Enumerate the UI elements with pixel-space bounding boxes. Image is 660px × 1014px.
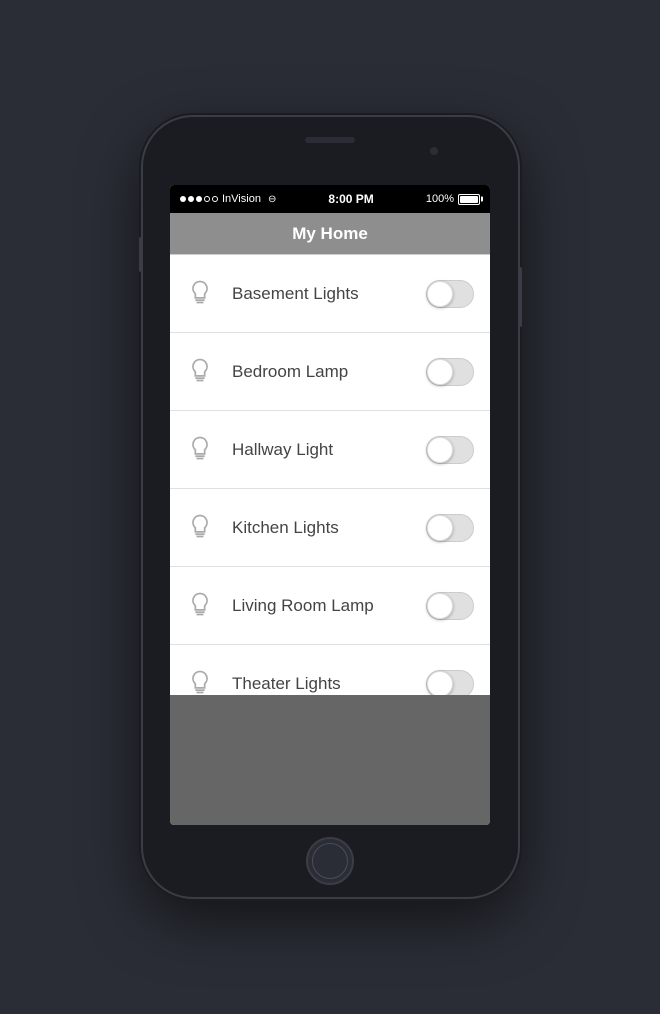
- battery-icon: [458, 194, 480, 205]
- bulb-icon: [186, 590, 218, 622]
- toggle-thumb: [427, 359, 453, 385]
- status-left: InVision ⊖: [180, 193, 276, 205]
- phone-screen: InVision ⊖ 8:00 PM 100% My Home: [170, 185, 490, 825]
- light-name: Living Room Lamp: [232, 596, 426, 616]
- light-list: Basement Lights Bedroom Lamp: [170, 255, 490, 695]
- list-item: Living Room Lamp: [170, 567, 490, 645]
- light-name: Kitchen Lights: [232, 518, 426, 538]
- status-time: 8:00 PM: [328, 192, 373, 206]
- home-button[interactable]: [306, 837, 354, 885]
- signal-dot-3: [196, 196, 202, 202]
- list-item: Basement Lights: [170, 255, 490, 333]
- bulb-icon: [186, 356, 218, 388]
- light-name: Basement Lights: [232, 284, 426, 304]
- toggle-switch[interactable]: [426, 436, 474, 464]
- home-button-inner: [312, 843, 348, 879]
- toggle-thumb: [427, 515, 453, 541]
- toggle-thumb: [427, 437, 453, 463]
- signal-dot-4: [204, 196, 210, 202]
- toggle-switch[interactable]: [426, 670, 474, 696]
- bulb-icon: [186, 512, 218, 544]
- navigation-bar: My Home: [170, 213, 490, 255]
- signal-indicator: [180, 196, 218, 202]
- list-item: Hallway Light: [170, 411, 490, 489]
- toggle-switch[interactable]: [426, 592, 474, 620]
- bottom-area: [170, 695, 490, 825]
- status-right: 100%: [426, 193, 480, 205]
- toggle-switch[interactable]: [426, 280, 474, 308]
- bulb-icon: [186, 434, 218, 466]
- phone-frame: InVision ⊖ 8:00 PM 100% My Home: [143, 117, 518, 897]
- light-name: Theater Lights: [232, 674, 426, 694]
- front-camera: [430, 147, 438, 155]
- status-bar: InVision ⊖ 8:00 PM 100%: [170, 185, 490, 213]
- toggle-thumb: [427, 593, 453, 619]
- light-name: Hallway Light: [232, 440, 426, 460]
- battery-fill: [460, 196, 478, 203]
- signal-dot-1: [180, 196, 186, 202]
- toggle-switch[interactable]: [426, 358, 474, 386]
- toggle-thumb: [427, 671, 453, 696]
- list-item: Bedroom Lamp: [170, 333, 490, 411]
- bulb-icon: [186, 278, 218, 310]
- list-item: Kitchen Lights: [170, 489, 490, 567]
- light-name: Bedroom Lamp: [232, 362, 426, 382]
- signal-dot-2: [188, 196, 194, 202]
- speaker: [305, 137, 355, 143]
- phone-top-area: [305, 137, 355, 143]
- battery-percent-label: 100%: [426, 193, 454, 205]
- signal-dot-5: [212, 196, 218, 202]
- list-item: Theater Lights: [170, 645, 490, 695]
- toggle-thumb: [427, 281, 453, 307]
- toggle-switch[interactable]: [426, 514, 474, 542]
- bulb-icon: [186, 668, 218, 696]
- wifi-icon: ⊖: [268, 194, 276, 205]
- carrier-label: InVision: [222, 193, 261, 205]
- nav-title: My Home: [292, 224, 368, 244]
